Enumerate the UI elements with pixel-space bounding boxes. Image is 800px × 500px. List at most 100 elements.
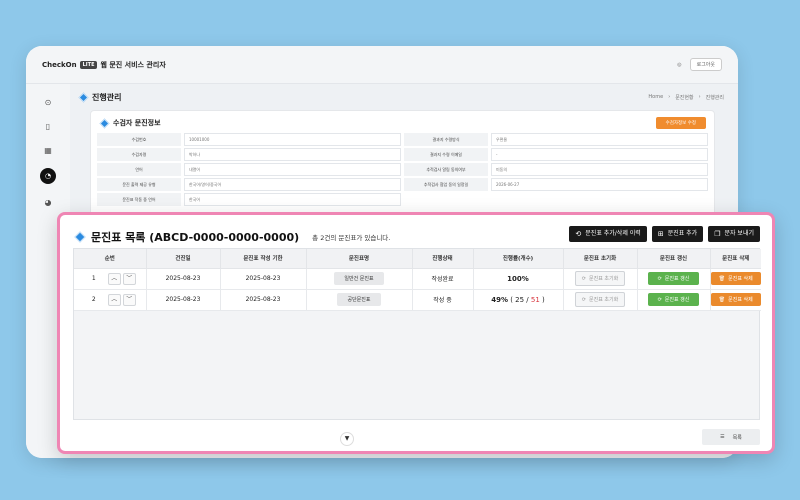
dashboard-icon[interactable]: ⊙ xyxy=(42,96,54,108)
move-down-button[interactable]: ﹀ xyxy=(122,272,136,285)
column-header: 문진표 갱신 xyxy=(637,249,711,269)
status-cell: 작성 중 xyxy=(412,289,474,311)
progress-percent: 100% xyxy=(507,274,529,283)
column-header: 건진일 xyxy=(146,249,221,269)
info-label: 문진표 작동 중 언어 xyxy=(97,193,181,206)
patient-info-card: 수검자 문진정보 수검자정보 수정 수검번호 10001000 결과지 수령방식… xyxy=(90,110,715,218)
questionnaire-table-container[interactable]: 순번 건진일 문진표 작성 기한 문진표명 진행상태 진행률(개수) 문진표 초… xyxy=(73,248,761,420)
refresh-label: 문진표 갱신 xyxy=(664,276,690,282)
modal-subtitle: 총 2건의 문진표가 있습니다. xyxy=(312,234,391,242)
progress-cell: 49% ( 25 / 51 ) xyxy=(473,289,564,311)
refresh-button[interactable]: ⟳ 문진표 갱신 xyxy=(647,293,700,306)
row-order-cell: 1 ︿ ﹀ xyxy=(74,268,147,290)
table-icon[interactable]: ▦ xyxy=(42,144,54,156)
history-icon: ⟲ xyxy=(575,230,582,238)
trash-icon: 🗑 xyxy=(718,296,726,303)
info-label xyxy=(404,193,488,206)
scroll-down-button[interactable]: ▼ xyxy=(340,432,354,446)
refresh-icon: ⟳ xyxy=(657,275,662,282)
info-value[interactable]: 우편물 xyxy=(491,133,708,146)
column-header: 문진표 초기화 xyxy=(563,249,638,269)
modal-actions: ⟲ 문진표 추가/삭제 이력 ⊞ 문진표 추가 ❐ 문자 보내기 xyxy=(569,226,760,242)
refresh-label: 문진표 갱신 xyxy=(664,297,690,303)
delete-button[interactable]: 🗑 문진표 삭제 xyxy=(710,272,761,285)
column-header: 문진표 작성 기한 xyxy=(220,249,307,269)
progress-icon[interactable]: ◔ xyxy=(40,168,56,184)
app-header: CheckOn LITE 웹 문진 서비스 관리자 ◎ 로그아웃 xyxy=(26,46,738,84)
table-row: 1 ︿ ﹀ 2025-08-23 2025-08-23 일반건 문진표 작성완료 … xyxy=(74,268,761,290)
chevron-right-icon: › xyxy=(668,94,671,100)
exam-date-cell: 2025-08-23 xyxy=(146,289,221,311)
deadline-cell: 2025-08-23 xyxy=(220,268,307,290)
diamond-icon xyxy=(78,92,89,103)
delete-cell: 🗑 문진표 삭제 xyxy=(710,268,761,290)
refresh-button[interactable]: ⟳ 문진표 갱신 xyxy=(647,272,700,285)
reset-label: 문진표 초기화 xyxy=(589,276,619,282)
table-row: 2 ︿ ﹀ 2025-08-23 2025-08-23 공단문진표 작성 중 49… xyxy=(74,289,761,311)
trash-icon: 🗑 xyxy=(718,275,726,282)
diamond-icon xyxy=(74,231,86,243)
page-title-text: 진행관리 xyxy=(92,93,122,102)
chart-icon[interactable]: ◕ xyxy=(42,196,54,208)
add-questionnaire-label: 문진표 추가 xyxy=(667,230,698,237)
info-label: 결과지 수령방식 xyxy=(404,133,488,146)
chevron-right-icon: › xyxy=(698,94,701,100)
info-card-title: 수검자 문진정보 xyxy=(99,118,161,128)
info-value xyxy=(491,193,708,206)
questionnaire-name[interactable]: 일반건 문진표 xyxy=(334,272,384,285)
document-icon[interactable]: ▯ xyxy=(42,120,54,132)
refresh-cell: ⟳ 문진표 갱신 xyxy=(637,268,711,290)
questionnaire-name-cell: 일반건 문진표 xyxy=(306,268,413,290)
send-sms-button[interactable]: ❐ 문자 보내기 xyxy=(708,226,760,242)
delete-button[interactable]: 🗑 문진표 삭제 xyxy=(710,293,761,306)
history-button[interactable]: ⟲ 문진표 추가/삭제 이력 xyxy=(569,226,647,242)
edit-patient-button[interactable]: 수검자정보 수정 xyxy=(655,117,706,129)
info-value[interactable]: 박하나 xyxy=(184,148,401,161)
column-header: 문진표명 xyxy=(306,249,413,269)
progress-text: 49% ( 25 / 51 ) xyxy=(491,295,545,304)
table-header-row: 순번 건진일 문진표 작성 기한 문진표명 진행상태 진행률(개수) 문진표 초… xyxy=(74,249,761,269)
move-up-button[interactable]: ︿ xyxy=(107,272,121,285)
reset-button[interactable]: ⟳ 문진표 초기화 xyxy=(574,292,626,307)
breadcrumb-section[interactable]: 문진현황 xyxy=(675,94,693,101)
reset-cell: ⟳ 문진표 초기화 xyxy=(563,268,638,290)
questionnaire-list-modal: 문진표 목록 (ABCD-0000-0000-0000) 총 2건의 문진표가 … xyxy=(57,212,775,454)
info-card-title-text: 수검자 문진정보 xyxy=(113,119,161,127)
info-select[interactable]: 한국어/영어/중국어 xyxy=(184,178,401,191)
info-value[interactable]: - xyxy=(491,148,708,161)
delete-cell: 🗑 문진표 삭제 xyxy=(710,289,761,311)
info-value[interactable]: 내열어 xyxy=(184,163,401,176)
info-value[interactable]: 10001000 xyxy=(184,133,401,146)
info-value[interactable]: 2026-06-27 xyxy=(491,178,708,191)
delete-label: 문진표 삭제 xyxy=(728,297,753,303)
modal-title-text: 문진표 목록 (ABCD-0000-0000-0000) xyxy=(91,231,300,244)
questionnaire-name-cell: 공단문진표 xyxy=(306,289,413,311)
move-down-button[interactable]: ﹀ xyxy=(122,293,136,306)
info-label: 추적검사 알림 동의여부 xyxy=(404,163,488,176)
reset-cell: ⟳ 문진표 초기화 xyxy=(563,289,638,311)
info-value[interactable]: 미동의 xyxy=(491,163,708,176)
progress-total: 51 xyxy=(530,295,540,304)
breadcrumb-home[interactable]: Home xyxy=(648,94,663,101)
info-value[interactable]: 한국어 xyxy=(184,193,401,206)
column-header: 진행상태 xyxy=(412,249,474,269)
exam-date-cell: 2025-08-23 xyxy=(146,268,221,290)
add-table-icon: ⊞ xyxy=(657,230,664,238)
copy-icon: ❐ xyxy=(714,230,721,238)
move-up-button[interactable]: ︿ xyxy=(107,293,121,306)
info-label: 수검번호 xyxy=(97,133,181,146)
diamond-icon xyxy=(99,118,110,128)
row-order-cell: 2 ︿ ﹀ xyxy=(74,289,147,311)
add-questionnaire-button[interactable]: ⊞ 문진표 추가 xyxy=(651,226,704,242)
refresh-cell: ⟳ 문진표 갱신 xyxy=(637,289,711,311)
breadcrumb: Home › 문진현황 › 진행관리 xyxy=(648,94,724,101)
reset-button[interactable]: ⟳ 문진표 초기화 xyxy=(574,271,626,286)
list-button-label: 목록 xyxy=(732,434,742,441)
questionnaire-name[interactable]: 공단문진표 xyxy=(337,293,381,306)
logout-button[interactable]: 로그아웃 xyxy=(689,58,722,71)
modal-title: 문진표 목록 (ABCD-0000-0000-0000) 총 2건의 문진표가 … xyxy=(74,229,391,245)
progress-done: 25 xyxy=(515,295,525,304)
brand[interactable]: CheckOn LITE 웹 문진 서비스 관리자 xyxy=(42,60,166,70)
info-grid: 수검번호 10001000 결과지 수령방식 우편물 수검자명 박하나 결과지 … xyxy=(97,133,708,206)
list-button[interactable]: ☰ 목록 xyxy=(702,429,760,445)
